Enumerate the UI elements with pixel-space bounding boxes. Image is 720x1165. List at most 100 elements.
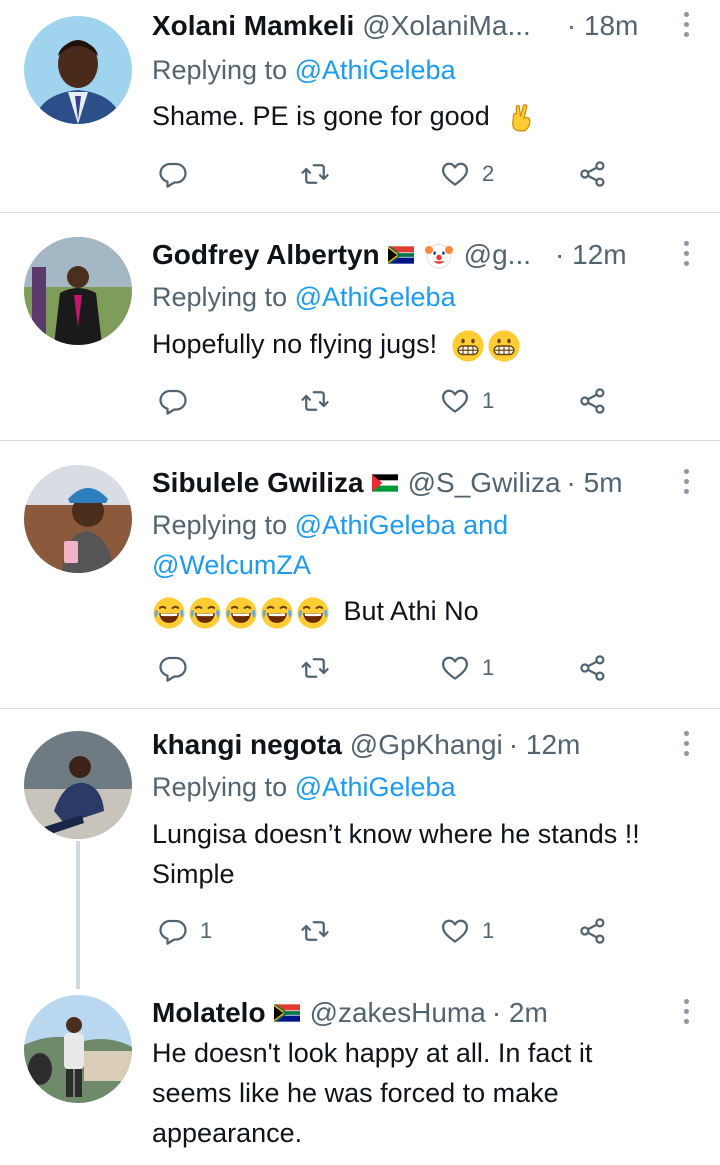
handle[interactable]: @GpKhangi <box>350 729 503 761</box>
retweet-icon <box>300 386 330 416</box>
mention-link[interactable]: @AthiGeleba <box>295 55 456 85</box>
replying-to: Replying to @AthiGeleba and @WelcumZA <box>152 505 508 585</box>
tweet-3[interactable]: Sibulele Gwiliza @S_Gwiliza · 5m Replyin… <box>0 441 720 708</box>
like-button[interactable]: 1 <box>440 911 494 951</box>
tweet-text-line: He doesn't look happy at all. In fact it <box>152 1038 593 1068</box>
retweet-icon <box>300 916 330 946</box>
avatar[interactable] <box>24 237 132 345</box>
timestamp[interactable]: · 12m <box>555 239 627 271</box>
tweet-header: Xolani Mamkeli @XolaniMa... · 18m <box>152 6 690 46</box>
tears-of-joy-icon <box>260 596 294 630</box>
tweet-text-content: Shame. PE is gone for good <box>152 101 490 131</box>
reply-icon <box>158 386 188 416</box>
reply-button[interactable]: 1 <box>158 911 212 951</box>
more-options-icon[interactable] <box>682 469 690 494</box>
tweet-5[interactable]: Molatelo @zakesHuma · 2m He doesn't look… <box>0 989 720 1165</box>
display-name[interactable]: Xolani Mamkeli <box>152 10 354 42</box>
like-button[interactable]: 2 <box>440 154 494 194</box>
display-name[interactable]: khangi negota <box>152 729 342 761</box>
tweet-text-content: Hopefully no flying jugs! <box>152 329 438 359</box>
like-count: 1 <box>482 655 495 680</box>
tweet-text-content: But Athi No <box>343 596 479 626</box>
tweet-text: Shame. PE is gone for good <box>152 96 700 136</box>
display-name[interactable]: Sibulele Gwiliza <box>152 467 364 499</box>
retweet-button[interactable] <box>300 381 330 421</box>
reply-count: 1 <box>200 918 213 943</box>
tweet-4[interactable]: khangi negota @GpKhangi · 12m Replying t… <box>0 709 720 989</box>
tweet-text-line: seems like he was forced to make <box>152 1078 559 1108</box>
replying-to-label: Replying to <box>152 282 295 312</box>
reply-button[interactable] <box>158 154 188 194</box>
reply-button[interactable] <box>158 648 188 688</box>
tweet-text: Hopefully no flying jugs! <box>152 324 700 364</box>
share-icon <box>578 386 608 416</box>
tweet-actions: 1 <box>152 381 632 421</box>
timestamp[interactable]: · 5m <box>567 467 623 499</box>
heart-icon <box>440 386 470 416</box>
tweet-text: He doesn't look happy at all. In fact it… <box>152 1033 700 1153</box>
replying-to-label: Replying to <box>152 772 295 802</box>
avatar[interactable] <box>24 16 132 124</box>
more-options-icon[interactable] <box>682 999 690 1024</box>
tweet-actions: 2 <box>152 154 632 194</box>
like-count: 1 <box>482 918 495 943</box>
share-button[interactable] <box>578 154 608 194</box>
tweet-text-line: Simple <box>152 859 235 889</box>
timestamp[interactable]: · 2m <box>492 997 548 1029</box>
mention-link[interactable]: @AthiGeleba <box>295 772 456 802</box>
like-button[interactable]: 1 <box>440 381 494 421</box>
tweet-text: But Athi No <box>152 591 700 631</box>
handle[interactable]: @g... <box>464 239 531 271</box>
replying-to: Replying to @AthiGeleba <box>152 277 456 317</box>
heart-icon <box>440 916 470 946</box>
retweet-icon <box>300 159 330 189</box>
share-icon <box>578 916 608 946</box>
avatar[interactable] <box>24 995 132 1103</box>
mention-link[interactable]: @WelcumZA <box>152 550 311 580</box>
tears-of-joy-icon <box>152 596 186 630</box>
handle[interactable]: @XolaniMa... <box>362 10 531 42</box>
tweet-actions: 1 1 <box>152 911 632 951</box>
share-button[interactable] <box>578 648 608 688</box>
tweet-header: Godfrey Albertyn @g... · 12m <box>152 235 690 275</box>
like-count: 1 <box>482 388 495 413</box>
retweet-button[interactable] <box>300 648 330 688</box>
tweet-actions: 1 <box>152 648 632 688</box>
share-button[interactable] <box>578 911 608 951</box>
avatar[interactable] <box>24 731 132 839</box>
tweet-header: Sibulele Gwiliza @S_Gwiliza · 5m <box>152 463 690 503</box>
thread-connector <box>76 841 80 989</box>
avatar[interactable] <box>24 465 132 573</box>
tears-of-joy-icon <box>296 596 330 630</box>
tweet-text-line: appearance. <box>152 1118 303 1148</box>
heart-icon <box>440 159 470 189</box>
heart-icon <box>440 653 470 683</box>
tweet-1[interactable]: Xolani Mamkeli @XolaniMa... · 18m Replyi… <box>0 0 720 212</box>
reply-button[interactable] <box>158 381 188 421</box>
like-button[interactable]: 1 <box>440 648 494 688</box>
timestamp[interactable]: · 18m <box>567 10 639 42</box>
display-name[interactable]: Godfrey Albertyn <box>152 239 380 271</box>
tweet-2[interactable]: Godfrey Albertyn @g... · 12m Replying to… <box>0 213 720 440</box>
reply-icon <box>158 159 188 189</box>
timestamp[interactable]: · 12m <box>509 729 581 761</box>
more-options-icon[interactable] <box>682 241 690 266</box>
south-africa-flag-icon <box>388 242 414 268</box>
tweet-text-line: Lungisa doesn’t know where he stands !! <box>152 819 640 849</box>
display-name[interactable]: Molatelo <box>152 997 266 1029</box>
handle[interactable]: @zakesHuma <box>310 997 486 1029</box>
tweet-header: khangi negota @GpKhangi · 12m <box>152 725 690 765</box>
mention-link[interactable]: @AthiGeleba <box>295 282 456 312</box>
more-options-icon[interactable] <box>682 12 690 37</box>
mention-link[interactable]: @AthiGeleba and <box>295 510 509 540</box>
replying-to: Replying to @AthiGeleba <box>152 767 456 807</box>
more-options-icon[interactable] <box>682 731 690 756</box>
tweet-text: Lungisa doesn’t know where he stands !! … <box>152 814 720 894</box>
retweet-button[interactable] <box>300 154 330 194</box>
retweet-icon <box>300 653 330 683</box>
share-icon <box>578 653 608 683</box>
handle[interactable]: @S_Gwiliza <box>408 467 561 499</box>
retweet-button[interactable] <box>300 911 330 951</box>
tweet-header: Molatelo @zakesHuma · 2m <box>152 993 690 1033</box>
share-button[interactable] <box>578 381 608 421</box>
